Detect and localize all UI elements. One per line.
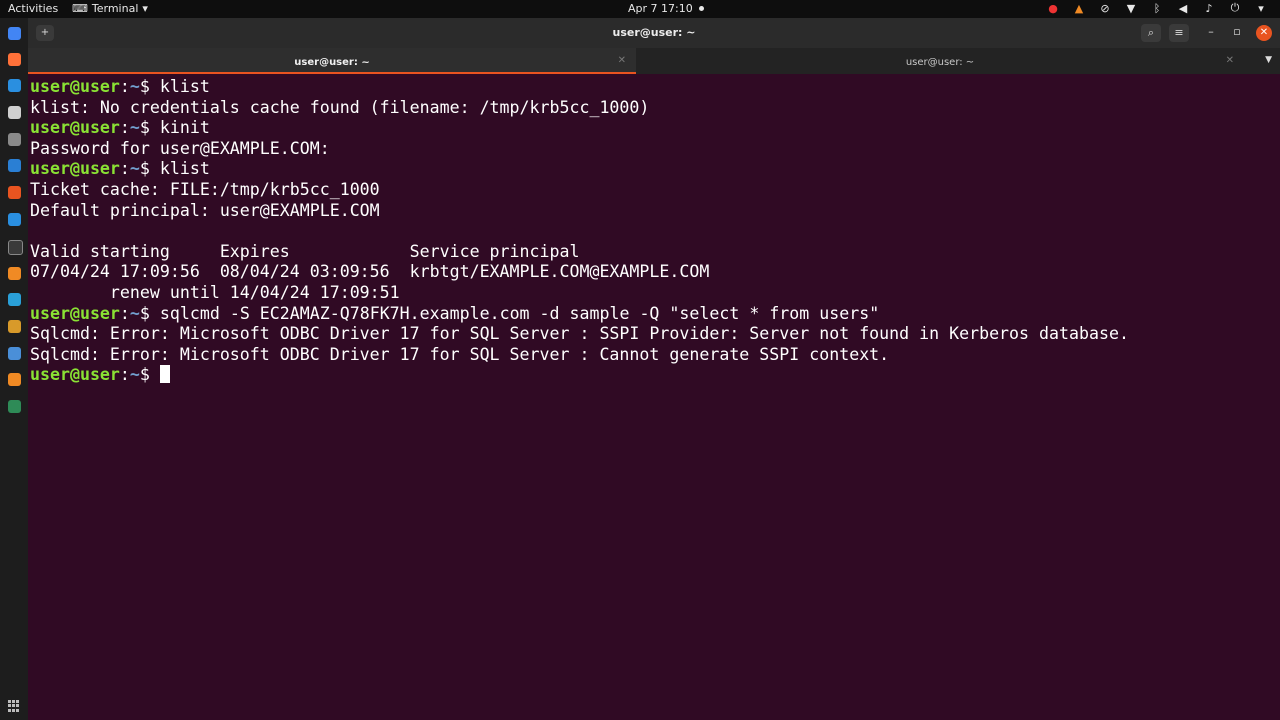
command-text: sqlcmd -S EC2AMAZ-Q78FK7H.example.com -d…: [159, 303, 880, 323]
prompt-line: user@user:~$ sqlcmd -S EC2AMAZ-Q78FK7H.e…: [30, 304, 1270, 325]
text-cursor: [159, 365, 170, 384]
libreoffice-writer-icon[interactable]: [8, 159, 21, 172]
prompt-separator: :: [119, 365, 130, 385]
minimize-icon[interactable]: –: [1203, 25, 1219, 38]
prompt-user: user@user: [30, 159, 120, 179]
tab-bar: user@user: ~ ✕ user@user: ~ ✕ ▼: [28, 48, 1280, 74]
bluetooth-icon[interactable]: ᛒ: [1150, 2, 1164, 15]
tab-2[interactable]: user@user: ~ ✕: [636, 48, 1244, 74]
dock: [0, 18, 28, 720]
prompt-separator: :: [119, 159, 130, 179]
notification-dot-icon: [698, 6, 704, 11]
software-icon[interactable]: [8, 186, 21, 199]
prompt-symbol: $: [139, 365, 160, 385]
prompt-path: ~: [129, 303, 140, 323]
help-icon[interactable]: [8, 213, 21, 226]
prompt-user: user@user: [30, 303, 120, 323]
maximize-icon[interactable]: ▫: [1229, 25, 1245, 38]
output-line: renew until 14/04/24 17:09:51: [30, 282, 400, 302]
app-menu[interactable]: ⌨ Terminal ▾: [72, 2, 148, 15]
prompt-path: ~: [129, 365, 140, 385]
power-icon[interactable]: ⏻: [1228, 1, 1242, 15]
app-icon[interactable]: [8, 400, 21, 413]
terminal-icon[interactable]: [8, 240, 23, 255]
disk-icon[interactable]: [8, 293, 21, 306]
prompt-user: user@user: [30, 77, 120, 96]
terminal-output[interactable]: user@user:~$ klist klist: No credentials …: [30, 77, 1270, 713]
activities-button[interactable]: Activities: [8, 2, 58, 15]
output-line: klist: No credentials cache found (filen…: [30, 97, 650, 117]
tab-1[interactable]: user@user: ~ ✕: [28, 48, 636, 74]
prompt-user: user@user: [30, 118, 120, 138]
output-line: Default principal: user@EXAMPLE.COM: [30, 200, 380, 220]
terminal-app-icon: ⌨: [72, 2, 88, 15]
files-icon[interactable]: [8, 106, 21, 119]
app-icon[interactable]: [8, 347, 21, 360]
close-tab-icon[interactable]: ✕: [1226, 55, 1234, 66]
close-icon[interactable]: ✕: [1256, 25, 1272, 41]
chevron-down-icon[interactable]: ▾: [1254, 2, 1268, 15]
prompt-symbol: $: [139, 118, 160, 138]
system-tray: ● ▲ ⊘ ▼ ᛒ ◀ ♪ ⏻ ▾: [1046, 1, 1268, 15]
command-text: kinit: [159, 118, 210, 138]
show-apps-icon[interactable]: [8, 700, 20, 712]
vscode-icon[interactable]: [8, 79, 21, 92]
output-line: Ticket cache: FILE:/tmp/krb5cc_1000: [30, 179, 380, 199]
recording-icon[interactable]: ●: [1046, 2, 1060, 15]
microphone-icon[interactable]: ♪: [1202, 2, 1216, 15]
prompt-path: ~: [129, 159, 140, 179]
tab-label: user@user: ~: [294, 57, 370, 68]
clock[interactable]: Apr 7 17:10: [628, 2, 704, 15]
vlc-icon[interactable]: [8, 373, 21, 386]
prompt-separator: :: [119, 77, 130, 96]
search-icon[interactable]: ⌕: [1141, 24, 1161, 42]
output-line: Sqlcmd: Error: Microsoft ODBC Driver 17 …: [30, 324, 1129, 344]
prompt-line: user@user:~$ klist: [30, 159, 1270, 180]
prompt-user: user@user: [30, 365, 120, 385]
prompt-separator: :: [119, 118, 130, 138]
wifi-icon[interactable]: ▼: [1124, 2, 1138, 15]
vlc-tray-icon[interactable]: ▲: [1072, 2, 1086, 15]
tab-menu-icon[interactable]: ▼: [1265, 55, 1272, 65]
output-line: Password for user@EXAMPLE.COM:: [30, 138, 330, 158]
app-icon[interactable]: [8, 320, 21, 333]
app-menu-label: Terminal: [91, 2, 139, 15]
command-text: klist: [159, 159, 210, 179]
clock-label: Apr 7 17:10: [628, 2, 693, 15]
prompt-line: user@user:~$: [30, 365, 1270, 386]
menu-icon[interactable]: ≡: [1169, 24, 1189, 42]
window-title: user@user: ~: [612, 26, 696, 39]
volume-icon[interactable]: ◀: [1176, 2, 1190, 15]
window-header: + user@user: ~ ⌕ ≡ – ▫ ✕: [28, 18, 1280, 48]
top-bar: Activities ⌨ Terminal ▾ Apr 7 17:10 ● ▲ …: [0, 0, 1280, 18]
close-tab-icon[interactable]: ✕: [618, 55, 626, 66]
tab-label: user@user: ~: [905, 57, 975, 68]
network-status-icon[interactable]: ⊘: [1098, 2, 1112, 15]
prompt-symbol: $: [139, 77, 160, 96]
prompt-symbol: $: [139, 303, 160, 323]
chrome-icon[interactable]: [8, 27, 21, 40]
chevron-down-icon: ▾: [142, 2, 148, 15]
output-line: 07/04/24 17:09:56 08/04/24 03:09:56 krbt…: [30, 262, 710, 282]
prompt-separator: :: [119, 303, 130, 323]
prompt-symbol: $: [139, 159, 160, 179]
prompt-path: ~: [129, 118, 140, 138]
prompt-line: user@user:~$ kinit: [30, 118, 1270, 139]
output-line: Sqlcmd: Error: Microsoft ODBC Driver 17 …: [30, 344, 890, 364]
settings-icon[interactable]: [8, 133, 21, 146]
sublime-icon[interactable]: [8, 267, 21, 280]
firefox-icon[interactable]: [8, 53, 21, 66]
command-text: klist: [159, 77, 210, 96]
output-line: Valid starting Expires Service principal: [30, 241, 580, 261]
prompt-path: ~: [129, 77, 140, 96]
prompt-line: user@user:~$ klist: [30, 77, 1270, 98]
